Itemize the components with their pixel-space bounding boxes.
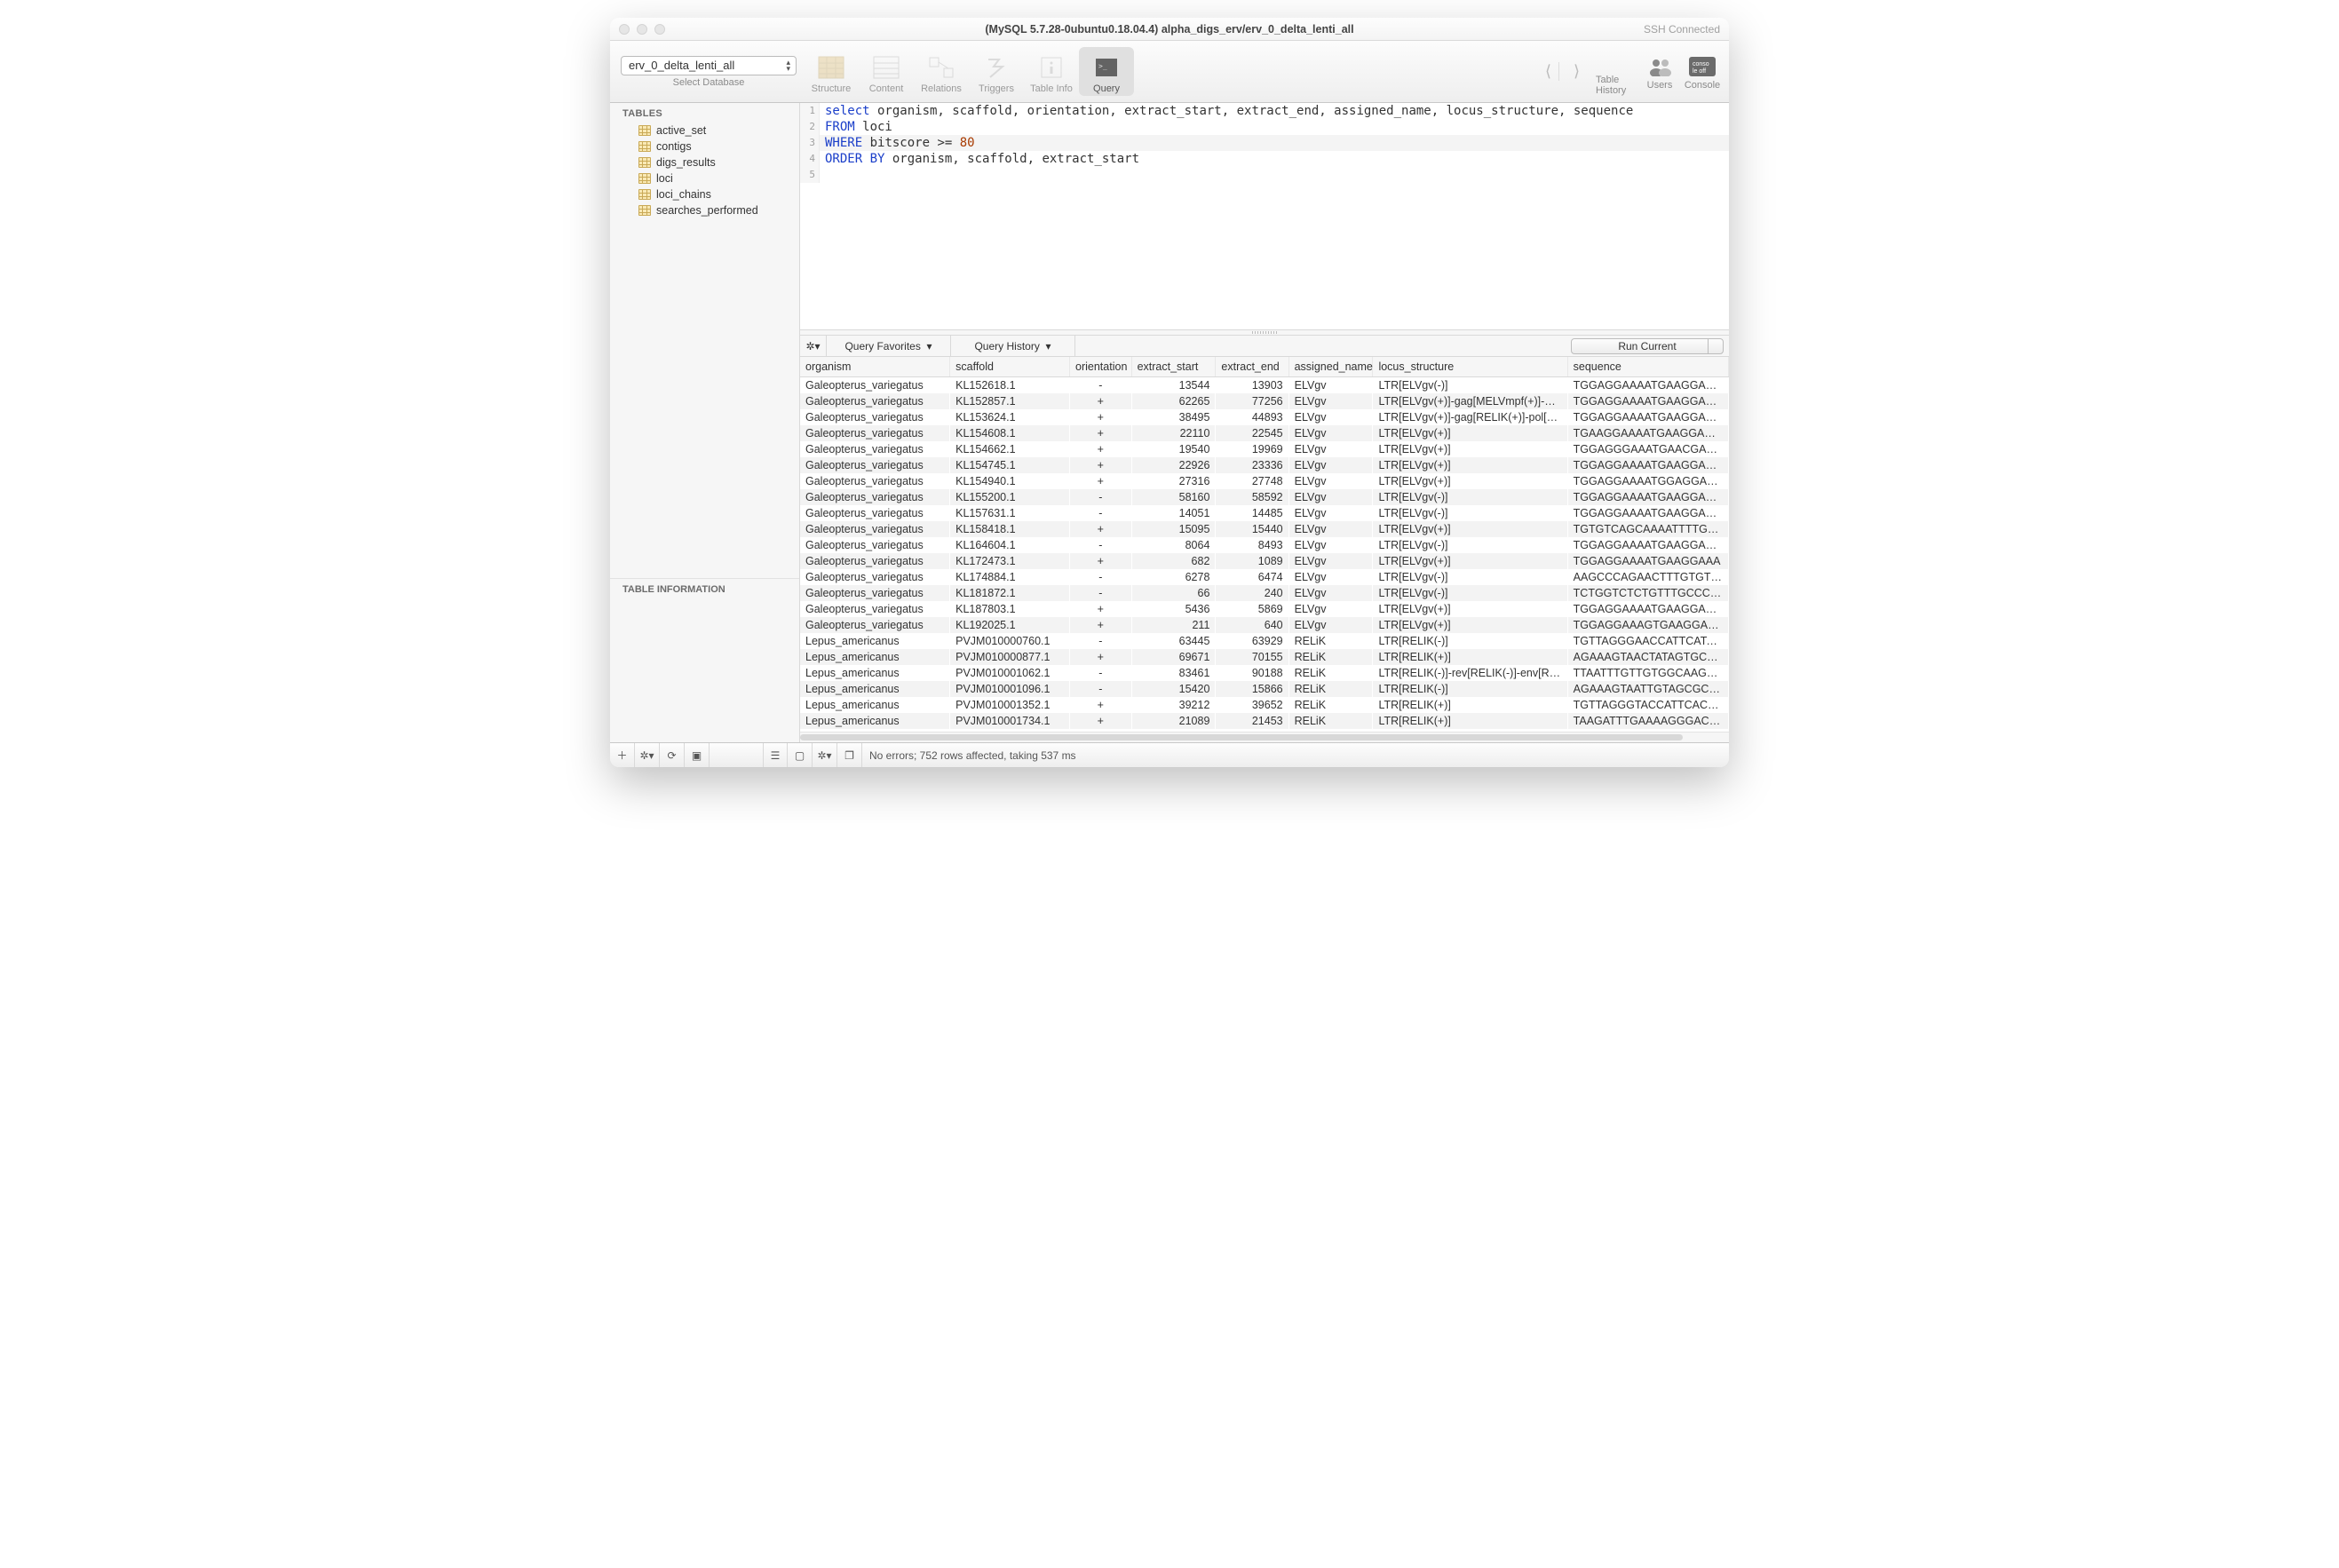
users-button[interactable]: Users [1638,53,1681,91]
table-icon [638,189,651,200]
database-select-label: Select Database [673,77,745,88]
tab-content[interactable]: Content [859,47,914,96]
h-scrollbar[interactable] [800,732,1729,742]
table-row[interactable]: Galeopterus_variegatusKL187803.1+5436586… [800,601,1729,617]
view-tabs: Structure Content Relations Triggers Tab… [804,47,1134,96]
table-row[interactable]: Lepus_americanusPVJM010001062.1-83461901… [800,665,1729,681]
col-organism[interactable]: organism [800,357,950,377]
table-item-digs_results[interactable]: digs_results [610,154,799,170]
table-row[interactable]: Lepus_americanusPVJM010001352.1+39212396… [800,697,1729,713]
table-row[interactable]: Galeopterus_variegatusKL154745.1+2292623… [800,457,1729,473]
app-window: (MySQL 5.7.28-0ubuntu0.18.04.4) alpha_di… [610,18,1729,767]
tables-header: TABLES [610,103,799,123]
col-scaffold[interactable]: scaffold [950,357,1070,377]
table-item-active_set[interactable]: active_set [610,123,799,139]
triggers-icon [980,54,1012,81]
tab-relations[interactable]: Relations [914,47,969,96]
table-row[interactable]: Galeopterus_variegatusKL154940.1+2731627… [800,473,1729,489]
window-title: (MySQL 5.7.28-0ubuntu0.18.04.4) alpha_di… [610,23,1729,36]
table-row[interactable]: Galeopterus_variegatusKL157631.1-1405114… [800,505,1729,521]
table-row[interactable]: Galeopterus_variegatusKL154608.1+2211022… [800,425,1729,441]
table-icon [638,125,651,136]
tab-table-info[interactable]: Table Info [1024,47,1079,96]
table-icon [638,205,651,216]
info-icon [1035,54,1067,81]
col-assigned_name[interactable]: assigned_name [1288,357,1373,377]
run-current-button[interactable]: Run Current [1571,338,1724,354]
nav-back-icon[interactable]: ⟨ [1542,62,1555,81]
table-item-contigs[interactable]: contigs [610,139,799,154]
statusbar: ＋ ✲▾ ⟳ ▣ ☰ ▢ ✲▾ ❐ No errors; 752 rows af… [610,742,1729,767]
query-gear-button[interactable]: ✲▾ [800,336,827,356]
chevron-updown-icon: ▴▾ [786,59,790,72]
table-row[interactable]: Galeopterus_variegatusKL174884.1-6278647… [800,569,1729,585]
nav-back-forward: ⟨⟩ [1542,62,1583,81]
status-copy-button[interactable]: ❐ [837,743,862,768]
tab-triggers[interactable]: Triggers [969,47,1024,96]
table-row[interactable]: Galeopterus_variegatusKL154662.1+1954019… [800,441,1729,457]
database-select[interactable]: erv_0_delta_lenti_all ▴▾ [621,56,797,75]
status-view1-button[interactable]: ☰ [763,743,788,768]
table-icon [638,157,651,168]
query-favorites-button[interactable]: Query Favorites ▾ [827,336,951,356]
database-select-value: erv_0_delta_lenti_all [629,59,734,72]
query-bar: ✲▾ Query Favorites ▾ Query History ▾ Run… [800,336,1729,357]
table-row[interactable]: Galeopterus_variegatusKL172473.1+6821089… [800,553,1729,569]
status-gear2-button[interactable]: ✲▾ [813,743,837,768]
tab-query[interactable]: >_ Query [1079,47,1134,96]
table-row[interactable]: Galeopterus_variegatusKL158418.1+1509515… [800,521,1729,537]
status-gear-button[interactable]: ✲▾ [635,743,660,768]
panel-toggle-button[interactable]: ▣ [685,743,710,768]
table-item-loci[interactable]: loci [610,170,799,186]
structure-icon [815,54,847,81]
titlebar: (MySQL 5.7.28-0ubuntu0.18.04.4) alpha_di… [610,18,1729,41]
console-button[interactable]: console off Console [1681,53,1724,91]
table-item-searches_performed[interactable]: searches_performed [610,202,799,218]
table-row[interactable]: Lepus_americanusPVJM010001734.1+21089214… [800,713,1729,729]
query-history-button[interactable]: Query History ▾ [951,336,1075,356]
table-row[interactable]: Galeopterus_variegatusKL164604.1-8064849… [800,537,1729,553]
refresh-button[interactable]: ⟳ [660,743,685,768]
toolbar: erv_0_delta_lenti_all ▴▾ Select Database… [610,41,1729,103]
table-row[interactable]: Galeopterus_variegatusKL155200.1-5816058… [800,489,1729,505]
results-grid[interactable]: organismscaffoldorientationextract_start… [800,357,1729,732]
table-info-header: TABLE INFORMATION [610,578,799,600]
col-locus_structure[interactable]: locus_structure [1373,357,1567,377]
col-extract_end[interactable]: extract_end [1216,357,1288,377]
table-row[interactable]: Galeopterus_variegatusKL153624.1+3849544… [800,409,1729,425]
table-row[interactable]: Galeopterus_variegatusKL152618.1-1354413… [800,377,1729,394]
relations-icon [925,54,957,81]
table-row[interactable]: Galeopterus_variegatusKL192025.1+211640E… [800,617,1729,633]
status-view2-button[interactable]: ▢ [788,743,813,768]
query-icon: >_ [1090,54,1122,81]
table-icon [638,141,651,152]
add-button[interactable]: ＋ [610,743,635,768]
table-row[interactable]: Galeopterus_variegatusKL181872.1-66240EL… [800,585,1729,601]
svg-text:conso: conso [1693,61,1709,67]
nav-fwd-icon[interactable]: ⟩ [1570,62,1583,81]
history-icon [1601,48,1633,75]
table-row[interactable]: Galeopterus_variegatusKL152857.1+6226577… [800,393,1729,409]
svg-text:>_: >_ [1098,62,1107,70]
table-row[interactable]: Lepus_americanusPVJM010000760.1-63445639… [800,633,1729,649]
svg-text:le off: le off [1693,68,1706,75]
sql-editor[interactable]: 1select organism, scaffold, orientation,… [800,103,1729,330]
col-extract_start[interactable]: extract_start [1131,357,1216,377]
table-row[interactable]: Lepus_americanusPVJM010000877.1+69671701… [800,649,1729,665]
status-message: No errors; 752 rows affected, taking 537… [869,749,1076,762]
col-orientation[interactable]: orientation [1070,357,1132,377]
table-history-button[interactable]: Table History [1596,48,1638,96]
table-icon [638,173,651,184]
console-icon: console off [1686,53,1718,80]
tab-structure[interactable]: Structure [804,47,859,96]
users-icon [1644,53,1676,80]
content-icon [870,54,902,81]
sidebar: TABLES active_setcontigsdigs_resultsloci… [610,103,800,742]
col-sequence[interactable]: sequence [1567,357,1728,377]
table-row[interactable]: Lepus_americanusPVJM010001096.1-15420158… [800,681,1729,697]
table-item-loci_chains[interactable]: loci_chains [610,186,799,202]
